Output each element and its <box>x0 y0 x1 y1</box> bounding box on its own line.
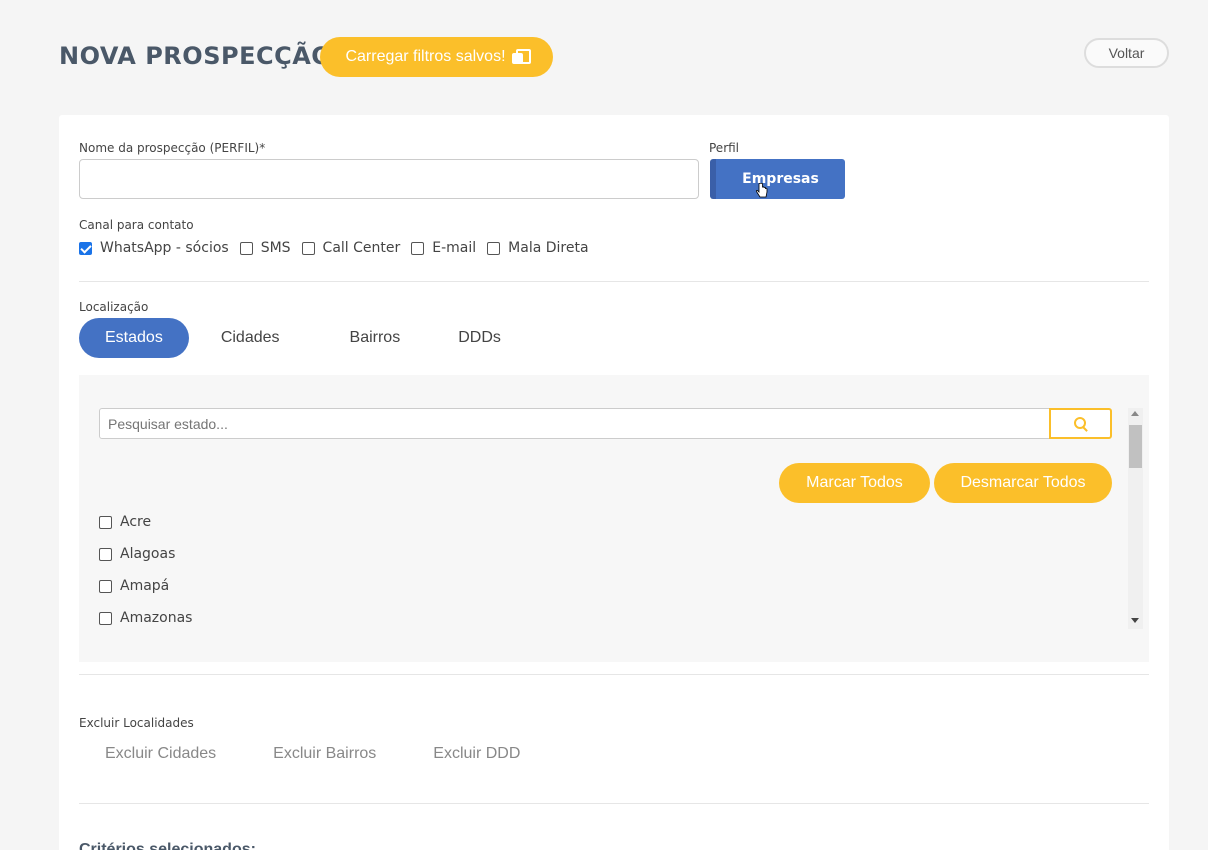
channel-sms[interactable]: SMS <box>239 240 291 256</box>
checkbox[interactable] <box>239 241 253 255</box>
list-item[interactable]: Acre <box>99 506 192 538</box>
scroll-up-arrow-icon[interactable] <box>1131 411 1139 416</box>
checkbox[interactable] <box>99 515 112 529</box>
profile-label: Perfil <box>709 141 740 155</box>
name-field-label: Nome da prospecção (PERFIL)* <box>79 141 266 155</box>
state-search-button[interactable] <box>1049 408 1112 439</box>
tab-neighborhoods[interactable]: Bairros <box>324 318 427 358</box>
tab-exclude-neighborhoods[interactable]: Excluir Bairros <box>247 734 402 774</box>
channel-label-text: Mala Direta <box>508 240 589 256</box>
state-list-scrollbar[interactable] <box>1128 408 1143 629</box>
exclude-tabs: Excluir Cidades Excluir Bairros Excluir … <box>79 734 551 774</box>
list-item[interactable]: Amapá <box>99 570 192 602</box>
load-saved-filters-button[interactable]: Carregar filtros salvos! <box>320 37 553 77</box>
location-label: Localização <box>79 300 149 314</box>
selected-criteria-title: Critérios selecionados: <box>79 841 256 850</box>
prospect-name-input[interactable] <box>79 159 699 199</box>
state-name: Acre <box>120 514 152 530</box>
hand-cursor-icon <box>756 183 768 198</box>
checkbox[interactable] <box>487 241 501 255</box>
checkbox[interactable] <box>99 611 112 625</box>
profile-companies-button[interactable]: Empresas <box>710 159 845 199</box>
tab-cities[interactable]: Cidades <box>195 318 306 358</box>
checkbox[interactable] <box>99 579 112 593</box>
checkbox[interactable] <box>301 241 315 255</box>
checkbox[interactable] <box>99 547 112 561</box>
tab-exclude-ddd[interactable]: Excluir DDD <box>407 734 546 774</box>
tab-ddds[interactable]: DDDs <box>432 318 527 358</box>
channel-label-text: WhatsApp - sócios <box>100 240 229 256</box>
scroll-down-arrow-icon[interactable] <box>1131 618 1139 623</box>
copy-icon <box>511 49 531 65</box>
page-title: NOVA PROSPECÇÃO <box>59 42 333 70</box>
channel-label-text: E-mail <box>432 240 477 256</box>
divider <box>79 803 1149 804</box>
tab-exclude-cities[interactable]: Excluir Cidades <box>79 734 242 774</box>
channel-call-center[interactable]: Call Center <box>301 240 401 256</box>
scroll-thumb[interactable] <box>1129 425 1142 468</box>
divider <box>79 674 1149 675</box>
channel-label-text: Call Center <box>322 240 401 256</box>
channel-whatsapp[interactable]: WhatsApp - sócios <box>79 240 229 256</box>
location-tabs: Estados Cidades Bairros DDDs <box>79 318 533 358</box>
channel-label-text: SMS <box>260 240 291 256</box>
checkbox[interactable] <box>411 241 425 255</box>
divider <box>79 281 1149 282</box>
state-list: Acre Alagoas Amapá Amazonas <box>99 506 192 634</box>
exclude-label: Excluir Localidades <box>79 716 194 730</box>
list-item[interactable]: Amazonas <box>99 602 192 634</box>
mark-all-button[interactable]: Marcar Todos <box>779 463 930 503</box>
channel-checkboxes: WhatsApp - sócios SMS Call Center E-mail… <box>79 240 600 256</box>
state-name: Alagoas <box>120 546 176 562</box>
tab-states[interactable]: Estados <box>79 318 189 358</box>
back-button[interactable]: Voltar <box>1084 38 1169 68</box>
unmark-all-button[interactable]: Desmarcar Todos <box>934 463 1112 503</box>
search-icon <box>1073 416 1088 431</box>
load-saved-filters-label: Carregar filtros salvos! <box>345 48 506 65</box>
state-name: Amapá <box>120 578 170 594</box>
channel-mail[interactable]: Mala Direta <box>487 240 589 256</box>
channel-label: Canal para contato <box>79 218 194 232</box>
channel-email[interactable]: E-mail <box>411 240 476 256</box>
state-search-input[interactable] <box>99 408 1051 439</box>
state-name: Amazonas <box>120 610 193 626</box>
checkbox-checked[interactable] <box>79 241 92 255</box>
list-item[interactable]: Alagoas <box>99 538 192 570</box>
